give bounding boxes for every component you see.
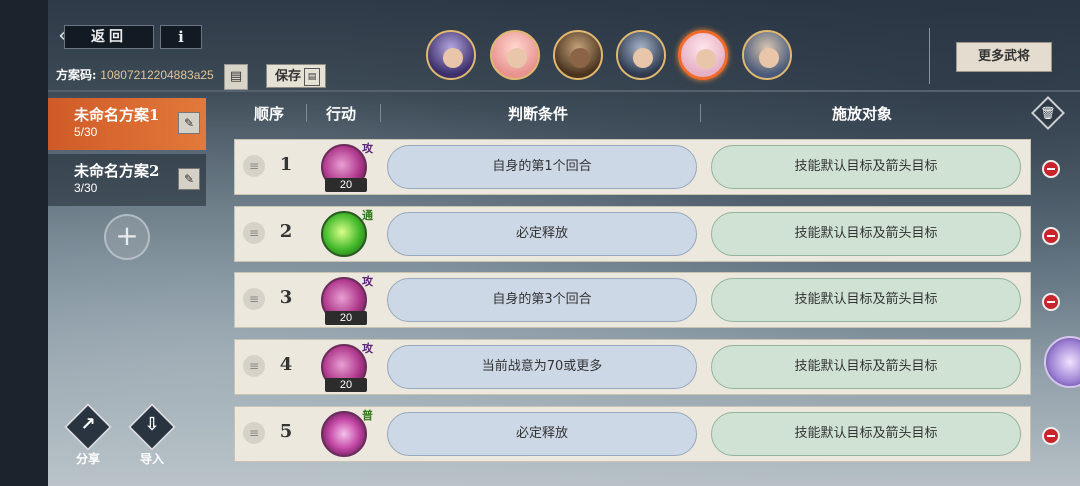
target-selector[interactable]: 技能默认目标及箭头目标 [711, 345, 1021, 389]
header-separator [700, 104, 701, 122]
skill-type-tag: 攻 [362, 275, 373, 288]
share-button[interactable]: ↗ 分享 [63, 402, 113, 466]
save-button[interactable]: 保存 ▤ [266, 64, 326, 88]
skill-type-tag: 攻 [362, 342, 373, 355]
header-condition: 判断条件 [508, 105, 569, 123]
header-action: 行动 [326, 105, 357, 123]
condition-selector[interactable]: 自身的第3个回合 [387, 278, 697, 322]
skill-icon[interactable]: 通 [321, 209, 373, 257]
save-icon: ▤ [304, 68, 320, 86]
hero-avatar-4[interactable] [616, 30, 666, 80]
drag-handle-icon[interactable]: ≡ [243, 155, 265, 177]
skill-type-tag: 攻 [362, 142, 373, 155]
save-label: 保存 [275, 69, 302, 84]
copy-code-icon[interactable]: ▤ [224, 64, 248, 90]
condition-selector[interactable]: 自身的第1个回合 [387, 145, 697, 189]
edit-icon[interactable]: ✎ [178, 112, 200, 134]
remove-row-button[interactable] [1042, 293, 1060, 311]
condition-selector[interactable]: 必定释放 [387, 212, 697, 256]
table-row: ≡ 5 普 必定释放 技能默认目标及箭头目标 [234, 406, 1031, 462]
drag-handle-icon[interactable]: ≡ [243, 288, 265, 310]
target-selector[interactable]: 技能默认目标及箭头目标 [711, 212, 1021, 256]
plan-item-2[interactable]: 未命名方案2 3/30 ✎ [48, 154, 206, 206]
skill-icon[interactable]: 普 [321, 409, 373, 457]
row-order: 1 [279, 154, 293, 175]
plan-code-label: 方案码: [56, 68, 97, 82]
header-separator [380, 104, 381, 122]
row-order: 3 [279, 287, 293, 308]
import-label: 导入 [139, 452, 164, 466]
skill-icon[interactable]: 攻 20 [321, 342, 373, 392]
back-button[interactable]: 返回 [64, 25, 154, 49]
row-order: 4 [279, 354, 293, 375]
skill-cost: 20 [325, 311, 367, 325]
drag-handle-icon[interactable]: ≡ [243, 355, 265, 377]
drag-handle-icon[interactable]: ≡ [243, 422, 265, 444]
hero-avatar-5[interactable] [678, 30, 728, 80]
remove-row-button[interactable] [1042, 160, 1060, 178]
table-row: ≡ 2 通 必定释放 技能默认目标及箭头目标 [234, 206, 1031, 262]
target-selector[interactable]: 技能默认目标及箭头目标 [711, 278, 1021, 322]
header-divider [48, 90, 1080, 92]
table-row: ≡ 1 攻 20 自身的第1个回合 技能默认目标及箭头目标 [234, 139, 1031, 195]
add-plan-button[interactable]: + [104, 214, 150, 260]
remove-row-button[interactable] [1042, 227, 1060, 245]
row-order: 5 [279, 421, 293, 442]
edit-icon[interactable]: ✎ [178, 168, 200, 190]
more-heroes-button[interactable]: 更多武将 [956, 42, 1052, 72]
info-button[interactable]: i [160, 25, 202, 49]
plan-code: 方案码: 10807212204883a25 [56, 66, 214, 86]
hero-avatar-3[interactable] [553, 30, 603, 80]
share-label: 分享 [75, 452, 100, 466]
condition-selector[interactable]: 当前战意为70或更多 [387, 345, 697, 389]
skill-icon[interactable]: 攻 20 [321, 142, 373, 192]
drag-handle-icon[interactable]: ≡ [243, 222, 265, 244]
hero-avatar-1[interactable] [426, 30, 476, 80]
table-row: ≡ 3 攻 20 自身的第3个回合 技能默认目标及箭头目标 [234, 272, 1031, 328]
table-row: ≡ 4 攻 20 当前战意为70或更多 技能默认目标及箭头目标 [234, 339, 1031, 395]
header-target: 施放对象 [832, 105, 893, 123]
target-selector[interactable]: 技能默认目标及箭头目标 [711, 145, 1021, 189]
header-order: 顺序 [254, 105, 285, 123]
hero-avatar-6[interactable] [742, 30, 792, 80]
skill-type-tag: 普 [362, 409, 373, 422]
top-divider [929, 28, 930, 84]
import-button[interactable]: ⇩ 导入 [127, 402, 177, 466]
plan-item-1[interactable]: 未命名方案1 5/30 ✎ [48, 98, 206, 150]
row-order: 2 [279, 221, 293, 242]
skill-type-tag: 通 [362, 209, 373, 222]
header-separator [306, 104, 307, 122]
target-selector[interactable]: 技能默认目标及箭头目标 [711, 412, 1021, 456]
condition-selector[interactable]: 必定释放 [387, 412, 697, 456]
skill-icon[interactable]: 攻 20 [321, 275, 373, 325]
plan-code-value: 10807212204883a25 [100, 68, 214, 82]
skill-cost: 20 [325, 178, 367, 192]
hero-avatar-2[interactable] [490, 30, 540, 80]
remove-row-button[interactable] [1042, 427, 1060, 445]
skill-cost: 20 [325, 378, 367, 392]
